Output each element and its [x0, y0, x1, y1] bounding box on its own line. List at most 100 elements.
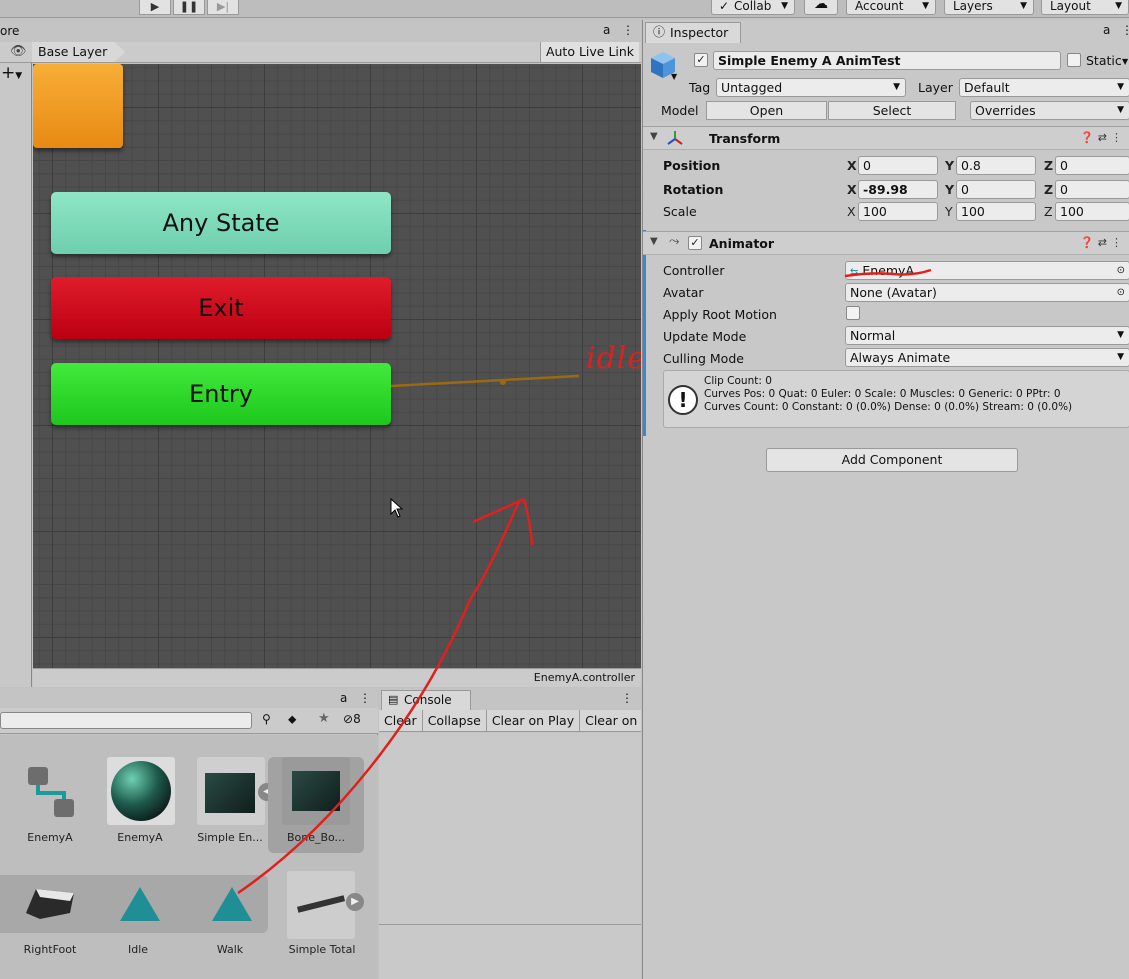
update-mode-dropdown[interactable]: Normal ▼	[845, 326, 1129, 345]
static-checkbox[interactable]	[1067, 53, 1081, 67]
culling-mode-dropdown[interactable]: Always Animate ▼	[845, 348, 1129, 367]
settings-icon[interactable]: ⇄	[1098, 131, 1111, 144]
state-machine-graph[interactable]: Any State Exit Entry idle	[33, 64, 641, 668]
console-toolbar: Clear Collapse Clear on Play Clear on	[379, 710, 641, 732]
transform-header[interactable]: ▼ Transform ❓⇄⋮	[643, 126, 1129, 150]
position-y-field[interactable]: 0.8	[956, 156, 1036, 175]
collapse-button[interactable]: Collapse	[422, 710, 487, 731]
asset-item[interactable]: ◀ Simple En...	[190, 757, 276, 853]
clear-on-play-button[interactable]: Clear on Play	[486, 710, 581, 731]
asset-item[interactable]: EnemyA	[8, 763, 92, 853]
axis-x-label: X	[847, 182, 857, 197]
object-picker-icon[interactable]: ⊙	[1117, 284, 1125, 301]
asset-item[interactable]: EnemyA	[100, 757, 184, 853]
layers-dropdown[interactable]: Layers ▼	[944, 0, 1034, 15]
collab-button[interactable]: ✓ Collab ▼	[711, 0, 795, 15]
model-select-button[interactable]: Select	[828, 101, 956, 120]
pause-icon: ❚❚	[179, 0, 199, 13]
lock-icon[interactable]: a	[340, 691, 347, 705]
play-button[interactable]: ▶	[139, 0, 171, 15]
info-line: Curves Pos: 0 Quat: 0 Euler: 0 Scale: 0 …	[704, 388, 1061, 400]
axis-y-label: Y	[945, 204, 953, 219]
chevron-down-icon: ▼	[922, 1, 929, 11]
asset-item[interactable]: ▶ Simple Total	[282, 871, 366, 963]
kebab-menu-icon[interactable]: ⋮	[1111, 236, 1126, 249]
overrides-dropdown[interactable]: Overrides ▼	[970, 101, 1129, 120]
expand-arrow-icon[interactable]: ▶	[346, 893, 364, 911]
kebab-menu-icon[interactable]: ⋮	[621, 691, 633, 705]
animator-component-header[interactable]: ▼ ⤳ ✓ Animator ❓⇄⋮	[643, 231, 1129, 255]
console-tab[interactable]: ▤ Console	[381, 690, 471, 710]
rotation-z-field[interactable]: 0	[1055, 180, 1129, 199]
auto-live-link-button[interactable]: Auto Live Link	[540, 42, 639, 62]
layer-dropdown[interactable]: Default ▼	[959, 78, 1129, 97]
asset-item[interactable]: Walk	[190, 875, 274, 963]
kebab-menu-icon[interactable]: ⋮	[622, 23, 634, 37]
clear-on-build-button[interactable]: Clear on	[580, 710, 641, 731]
avatar-field[interactable]: None (Avatar) ⊙	[845, 283, 1129, 302]
position-z-field[interactable]: 0	[1055, 156, 1129, 175]
layout-dropdown[interactable]: Layout ▼	[1041, 0, 1129, 15]
clear-button[interactable]: Clear	[379, 710, 423, 731]
tag-dropdown[interactable]: Untagged ▼	[716, 78, 906, 97]
favorites-icon[interactable]: ★	[318, 711, 330, 726]
scale-y-field[interactable]: 100	[956, 202, 1036, 221]
project-search-input[interactable]	[0, 712, 252, 729]
animator-enabled-checkbox[interactable]: ✓	[688, 236, 702, 250]
apply-root-motion-checkbox[interactable]	[846, 306, 860, 320]
settings-icon[interactable]: ⇄	[1098, 236, 1111, 249]
chevron-down-icon[interactable]: ▼	[671, 72, 677, 81]
hidden-count: 8	[353, 712, 361, 726]
kebab-menu-icon[interactable]: ⋮	[1111, 131, 1126, 144]
asset-label: Walk	[216, 943, 244, 956]
kebab-menu-icon[interactable]: ⋮	[1121, 23, 1129, 37]
scale-x-field[interactable]: 100	[858, 202, 938, 221]
state-entry[interactable]: Entry	[51, 363, 391, 425]
component-header-icons: ❓⇄⋮	[1080, 236, 1126, 249]
animator-tab[interactable]: ore	[0, 24, 19, 38]
asset-item[interactable]: Bone_Bo...	[268, 757, 364, 853]
state-any-state[interactable]: Any State	[51, 192, 391, 254]
asset-item[interactable]: Idle	[98, 875, 182, 963]
step-button[interactable]: ▶|	[207, 0, 239, 15]
material-thumbnail	[107, 757, 175, 825]
eye-icon[interactable]: 👁	[10, 44, 27, 59]
scale-z-field[interactable]: 100	[1055, 202, 1129, 221]
animator-info-box: ! Clip Count: 0 Curves Pos: 0 Quat: 0 Eu…	[663, 370, 1129, 428]
active-checkbox[interactable]: ✓	[694, 53, 708, 67]
add-parameter-button[interactable]: +▼	[1, 63, 22, 86]
rotation-y-field[interactable]: 0	[956, 180, 1036, 199]
model-thumbnail	[287, 871, 355, 939]
filter-by-label-icon[interactable]: ⬥	[288, 712, 296, 727]
animator-controller-icon	[28, 767, 74, 817]
lock-icon[interactable]: a	[603, 23, 610, 37]
state-label: Any State	[162, 209, 280, 237]
position-x-field[interactable]: 0	[858, 156, 938, 175]
chevron-down-icon[interactable]: ▼	[1122, 57, 1128, 66]
asset-label: Bone_Bo...	[286, 831, 346, 844]
add-component-button[interactable]: Add Component	[766, 448, 1018, 472]
rotation-x-field[interactable]: -89.98	[858, 180, 938, 199]
inspector-tab[interactable]: ⓘ Inspector	[645, 22, 741, 43]
model-open-button[interactable]: Open	[706, 101, 827, 120]
filter-by-type-icon[interactable]: ⚲	[262, 712, 271, 726]
pause-button[interactable]: ❚❚	[173, 0, 205, 15]
scale-label: Scale	[663, 204, 697, 219]
asset-item[interactable]: RightFoot	[8, 875, 92, 963]
state-exit[interactable]: Exit	[51, 277, 391, 339]
console-divider[interactable]	[379, 924, 641, 925]
console-log-area[interactable]	[379, 733, 641, 979]
play-icon: ▶	[150, 0, 160, 13]
update-mode-label: Update Mode	[663, 329, 747, 344]
kebab-menu-icon[interactable]: ⋮	[359, 691, 371, 705]
lock-icon[interactable]: a	[1103, 23, 1110, 37]
hidden-packages-button[interactable]: ⊘8	[343, 712, 361, 726]
cloud-button[interactable]: ☁	[804, 0, 838, 15]
help-icon[interactable]: ❓	[1080, 236, 1098, 249]
object-picker-icon[interactable]: ⊙	[1117, 262, 1125, 279]
account-dropdown[interactable]: Account ▼	[846, 0, 936, 15]
help-icon[interactable]: ❓	[1080, 131, 1098, 144]
state-idle[interactable]	[33, 64, 123, 148]
object-name-field[interactable]: Simple Enemy A AnimTest	[713, 51, 1061, 70]
breadcrumb[interactable]: Base Layer	[32, 42, 126, 62]
